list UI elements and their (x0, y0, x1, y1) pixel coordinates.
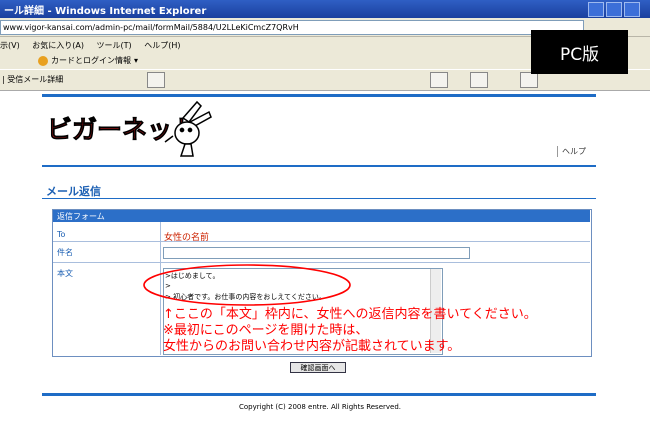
copyright: Copyright (C) 2008 entre. All Rights Res… (238, 403, 402, 411)
window-controls (588, 2, 640, 17)
feeds-button[interactable] (470, 72, 488, 88)
footer-rule (42, 393, 596, 396)
tab-current[interactable]: | 受信メール詳細 (2, 74, 63, 85)
logo-text: ビガーネット (47, 115, 197, 144)
help-link[interactable]: ヘルプ (562, 146, 586, 157)
to-label: To (57, 230, 66, 239)
favorite-label: カードとログイン情報 (51, 56, 131, 65)
subject-label: 件名 (57, 248, 73, 257)
menu-items: 示(V) お気に入り(A) ツール(T) ヘルプ(H) (0, 40, 190, 51)
address-input[interactable]: www.vigor-kansai.com/admin-pc/mail/formM… (0, 20, 584, 35)
favorite-icon (38, 55, 48, 66)
to-value: 女性の名前 (164, 233, 210, 243)
site-logo[interactable]: ビガーネット (45, 100, 215, 160)
favorite-link[interactable]: カードとログイン情報 ▾ (38, 55, 138, 66)
pc-version-badge: PC版 (531, 30, 628, 74)
subject-input[interactable] (163, 247, 470, 259)
chevron-down-icon: ▾ (134, 56, 139, 65)
menu-view[interactable]: 示(V) (0, 41, 20, 50)
home-button[interactable] (430, 72, 448, 88)
title-rule (42, 198, 596, 199)
menu-help[interactable]: ヘルプ(H) (144, 41, 180, 50)
print-button[interactable] (520, 72, 538, 88)
page-title: メール返信 (46, 185, 101, 198)
confirm-button[interactable]: 確認画面へ (290, 362, 346, 373)
instruction-annotation: ↑ここの「本文」枠内に、女性への返信内容を書いてください。 ※最初にこのページを… (163, 307, 537, 355)
body-label: 本文 (57, 269, 73, 278)
window-title: ール詳細 - Windows Internet Explorer (4, 6, 207, 17)
new-tab-button[interactable] (147, 72, 165, 88)
form-row-divider (53, 241, 590, 242)
annotation-line: 女性からのお問い合わせ内容が記載されています。 (163, 339, 461, 354)
help-separator (557, 146, 558, 157)
header-rule (42, 165, 596, 167)
menu-tools[interactable]: ツール(T) (97, 41, 132, 50)
annotation-line: ※最初にこのページを開けた時は、 (163, 323, 369, 338)
minimize-button[interactable] (588, 2, 604, 17)
maximize-button[interactable] (606, 2, 622, 17)
menu-favorites[interactable]: お気に入り(A) (32, 41, 84, 50)
top-rule (42, 94, 596, 97)
close-button[interactable] (624, 2, 640, 17)
annotation-line: ↑ここの「本文」枠内に、女性への返信内容を書いてください。 (163, 307, 537, 322)
highlight-ellipse (143, 264, 351, 306)
form-header (53, 210, 590, 222)
form-header-title: 返信フォーム (57, 212, 105, 221)
